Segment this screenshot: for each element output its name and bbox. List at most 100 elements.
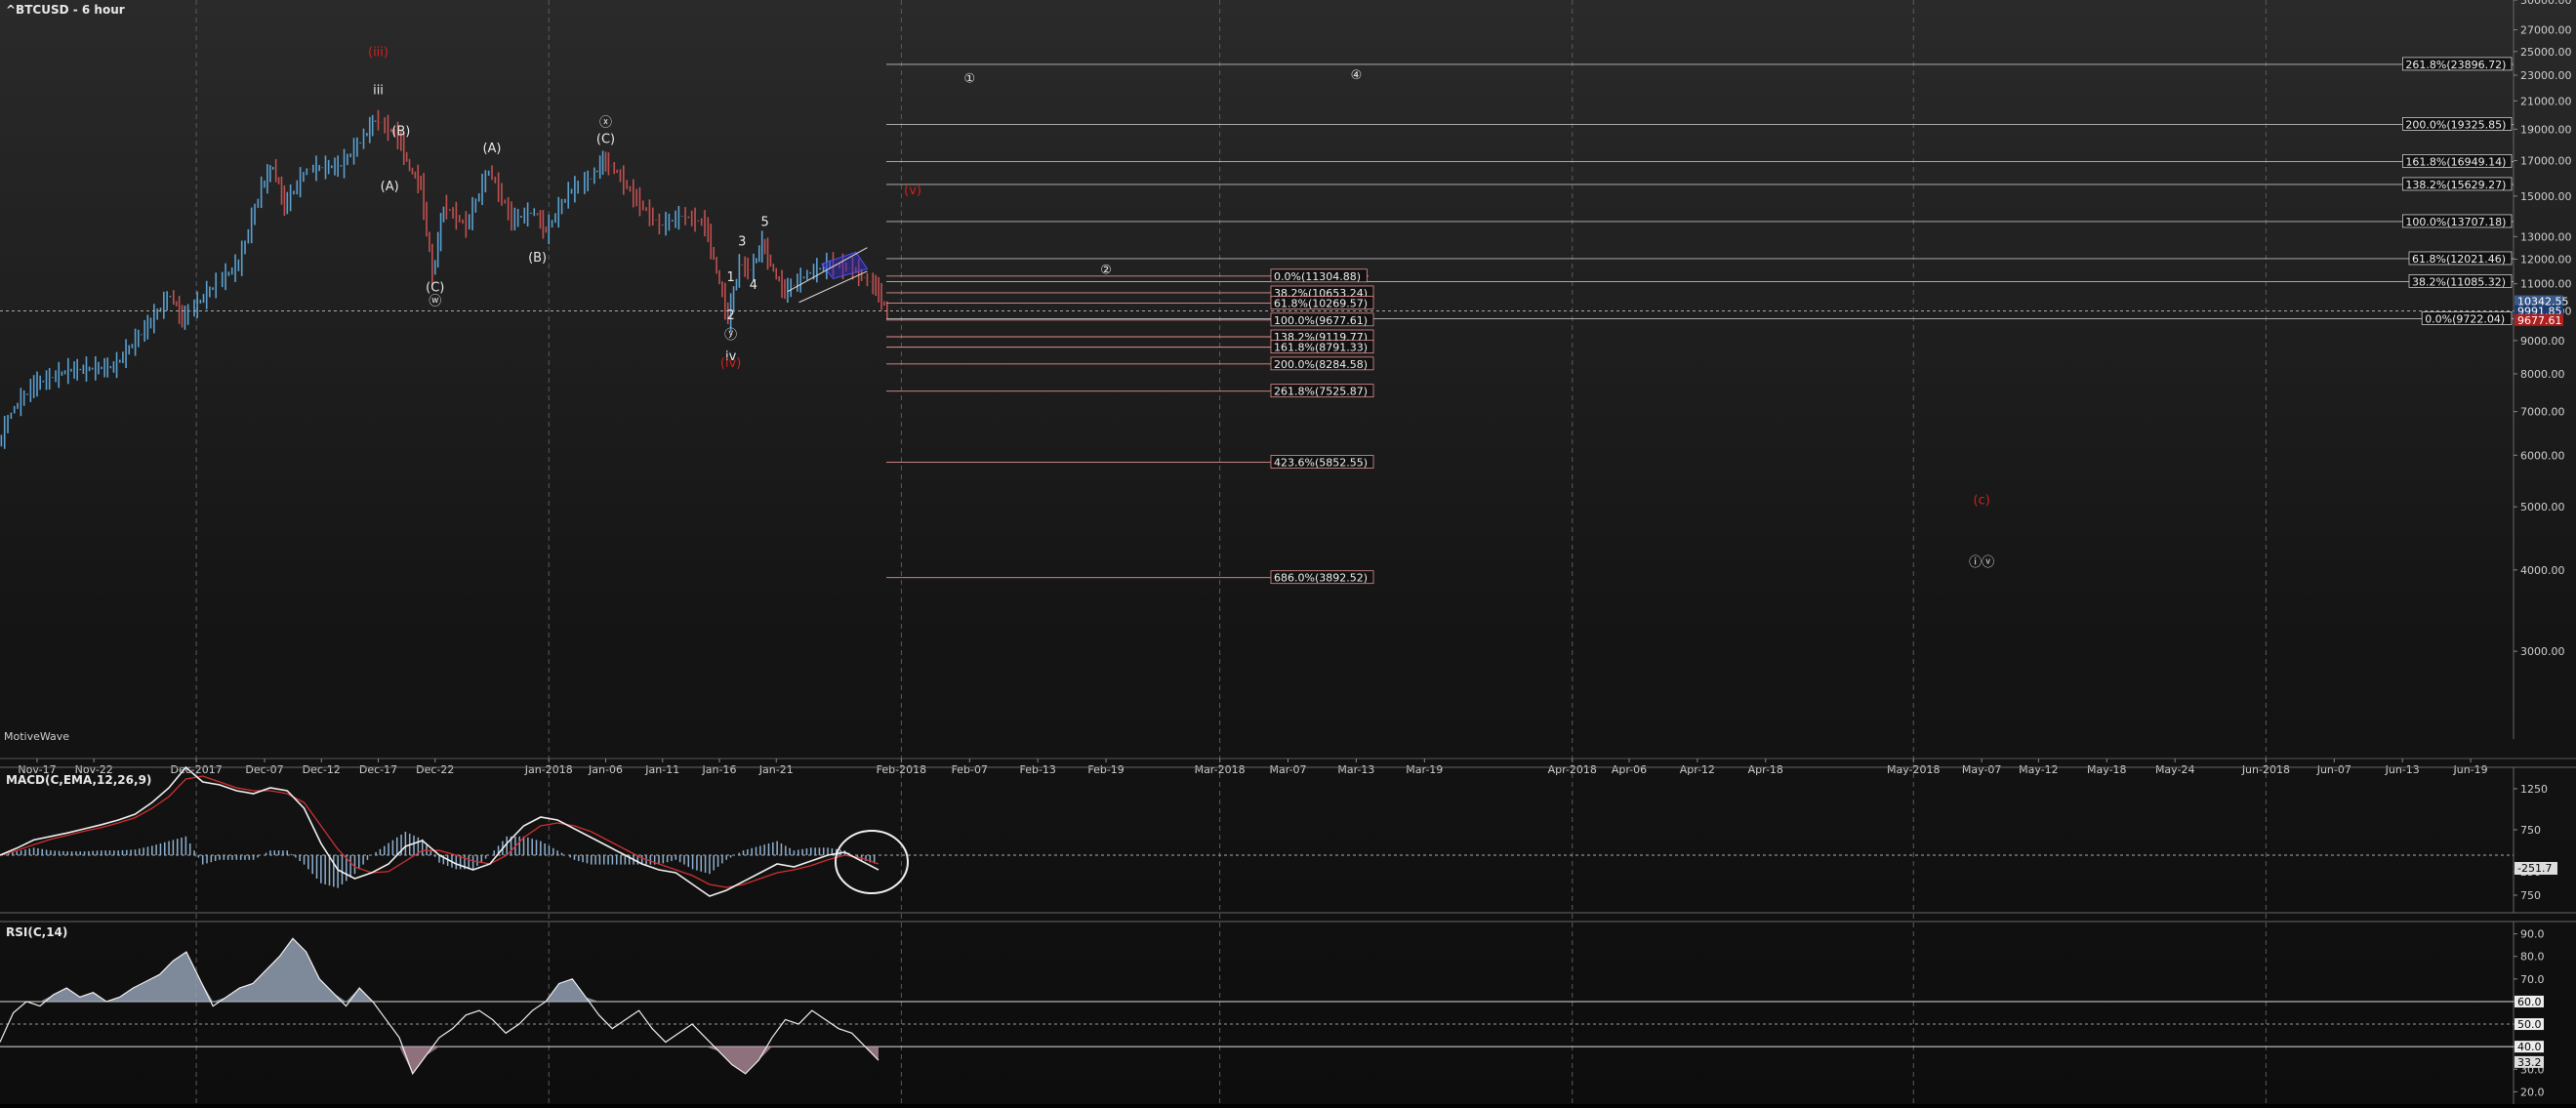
- rsi-y-tick-label: 80.0: [2520, 951, 2545, 964]
- wave-label: (C): [596, 132, 615, 146]
- price-y-tick-label: 17000.00: [2520, 155, 2572, 168]
- time-tick-label: Jun-13: [2385, 763, 2420, 776]
- price-y-tick-label: 27000.00: [2520, 24, 2572, 37]
- time-tick-label: May-24: [2155, 763, 2195, 776]
- fib-mid-label: 61.8%(10269.57): [1274, 298, 1368, 310]
- time-tick-label: Jun-2018: [2241, 763, 2290, 776]
- macd-current-label: -251.7: [2517, 862, 2552, 875]
- price-y-tick-label: 30000.00: [2520, 0, 2572, 7]
- wave-label: (v): [904, 184, 921, 198]
- rsi-level-label: 40.0: [2517, 1041, 2542, 1053]
- wave-label: (C): [426, 281, 444, 296]
- fib-right-label: 261.8%(23896.72): [2405, 59, 2506, 71]
- wave-label: ①: [963, 72, 975, 87]
- current-price-label: 9677.61: [2517, 314, 2562, 327]
- time-tick-label: May-2018: [1887, 763, 1941, 776]
- time-tick-label: Dec-17: [359, 763, 397, 776]
- wave-label: 4: [750, 278, 757, 293]
- rsi-y-tick-label: 90.0: [2520, 928, 2545, 941]
- price-y-tick-label: 3000.00: [2520, 645, 2565, 658]
- rsi-level-label: 60.0: [2517, 996, 2542, 1008]
- fib-right-label: 61.8%(12021.46): [2412, 253, 2506, 266]
- wave-label: (B): [391, 125, 410, 140]
- rsi-y-tick-label: 70.0: [2520, 973, 2545, 986]
- price-y-tick-label: 21000.00: [2520, 95, 2572, 107]
- rsi-current-label: 33.2: [2517, 1056, 2542, 1069]
- fib-right-label: 138.2%(15629.27): [2405, 179, 2506, 191]
- time-tick-label: Jun-07: [2316, 763, 2351, 776]
- macd-y-tick-label: 750: [2520, 824, 2541, 837]
- time-tick-label: Dec-07: [245, 763, 283, 776]
- fib-right-label: 0.0%(9722.04): [2425, 312, 2505, 325]
- macd-histogram: [3, 832, 876, 888]
- wave-label: iii: [373, 84, 384, 99]
- wave-label: (B): [528, 251, 547, 266]
- price-y-tick-label: 25000.00: [2520, 46, 2572, 59]
- time-tick-label: Mar-13: [1337, 763, 1374, 776]
- time-tick-label: May-12: [2019, 763, 2059, 776]
- fib-mid-label: 423.6%(5852.55): [1274, 457, 1368, 470]
- wave-label: (iii): [368, 45, 388, 60]
- price-chart-svg[interactable]: 30000.00 27000.00 25000.00 23000.00 21000.00…: [0, 0, 2576, 1104]
- fib-mid-label: 100.0%(9677.61): [1274, 314, 1368, 327]
- fib-mid-label: 686.0%(3892.52): [1274, 572, 1368, 585]
- macd-y-tick-label: 1250: [2520, 783, 2548, 796]
- fib-right-label: 200.0%(19325.85): [2405, 118, 2506, 131]
- time-tick-label: Feb-13: [1019, 763, 1055, 776]
- time-tick-label: Mar-07: [1269, 763, 1306, 776]
- macd-signal-line: [0, 775, 879, 888]
- time-tick-label: Jan-2018: [524, 763, 573, 776]
- wave-label: (iv): [720, 356, 741, 371]
- time-tick-label: Dec-2017: [170, 763, 222, 776]
- wave-label: (A): [381, 180, 399, 194]
- time-tick-label: Jan-06: [588, 763, 623, 776]
- chart-title: ^BTCUSD - 6 hour: [6, 3, 125, 17]
- price-y-tick-label: 15000.00: [2520, 190, 2572, 203]
- time-tick-label: Apr-2018: [1548, 763, 1597, 776]
- wave-label: ⓘⓥ: [1969, 555, 1994, 570]
- fib-right-label: 161.8%(16949.14): [2405, 155, 2506, 168]
- time-tick-label: Feb-07: [952, 763, 988, 776]
- fib-mid-label: 261.8%(7525.87): [1274, 386, 1368, 398]
- price-y-tick-label: 12000.00: [2520, 253, 2572, 266]
- time-tick-label: Apr-06: [1612, 763, 1647, 776]
- time-tick-label: Jan-16: [702, 763, 737, 776]
- price-y-tick-label: 6000.00: [2520, 449, 2565, 462]
- price-y-tick-label: 4000.00: [2520, 564, 2565, 577]
- rsi-overbought-fill: [0, 938, 879, 1002]
- price-y-tick-label: 19000.00: [2520, 123, 2572, 136]
- macd-y-tick-label: 750: [2520, 889, 2541, 902]
- time-tick-label: Jan-11: [644, 763, 679, 776]
- wave-label: 1: [727, 270, 735, 285]
- time-tick-label: Feb-2018: [877, 763, 926, 776]
- brand-watermark: MotiveWave: [4, 730, 70, 743]
- wave-label: (A): [482, 142, 501, 156]
- rsi-y-tick-label: 20.0: [2520, 1086, 2545, 1098]
- fib-right-label: 38.2%(11085.32): [2412, 275, 2506, 288]
- time-tick-label: Jun-19: [2453, 763, 2488, 776]
- time-tick-label: May-07: [1962, 763, 2002, 776]
- time-tick-label: Dec-12: [303, 763, 341, 776]
- wave-label: 3: [738, 234, 746, 249]
- fib-mid-label: 161.8%(8791.33): [1274, 342, 1368, 354]
- price-y-tick-label: 9000.00: [2520, 335, 2565, 348]
- time-tick-label: Apr-18: [1748, 763, 1783, 776]
- price-y-tick-label: 7000.00: [2520, 406, 2565, 419]
- rsi-title: RSI(C,14): [6, 925, 67, 939]
- price-y-tick-label: 23000.00: [2520, 69, 2572, 82]
- fib-right-label: 100.0%(13707.18): [2405, 216, 2506, 228]
- time-tick-label: Jan-21: [758, 763, 794, 776]
- rsi-oversold-fill: [0, 1046, 879, 1074]
- time-tick-label: Apr-12: [1680, 763, 1715, 776]
- time-tick-label: May-18: [2087, 763, 2127, 776]
- price-y-tick-label: 8000.00: [2520, 368, 2565, 381]
- fib-mid-label: 0.0%(11304.88): [1274, 270, 1361, 283]
- time-tick-label: Dec-22: [416, 763, 454, 776]
- wave-label: ②: [1100, 263, 1112, 277]
- wave-label: ⓦ: [429, 295, 441, 309]
- time-tick-label: Mar-19: [1406, 763, 1443, 776]
- macd-title: MACD(C,EMA,12,26,9): [6, 773, 151, 787]
- price-y-tick-label: 13000.00: [2520, 230, 2572, 243]
- price-gridlines: [195, 0, 2267, 1104]
- chart-window: 30000.00 27000.00 25000.00 23000.00 21000.00…: [0, 0, 2576, 1104]
